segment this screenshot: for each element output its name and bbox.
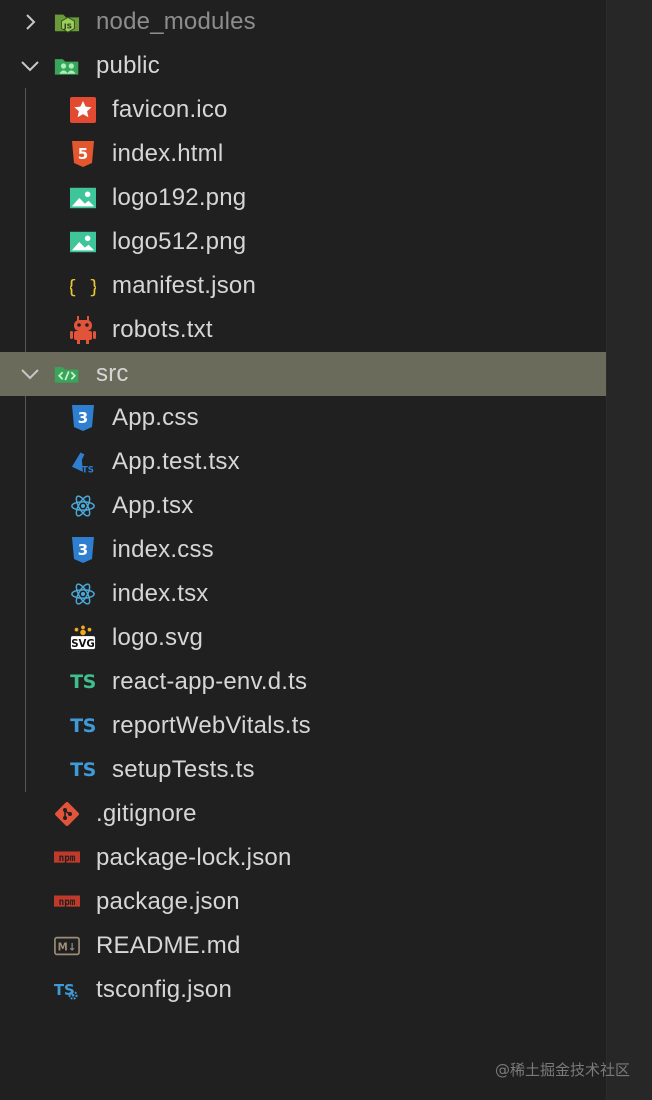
chevron-right-icon[interactable] [18, 10, 42, 34]
css3-icon: 3 [70, 405, 96, 431]
tree-item-label: index.html [112, 140, 224, 167]
tree-file-react-app-env[interactable]: TS react-app-env.d.ts [0, 660, 606, 704]
tree-file-logo512[interactable]: logo512.png [0, 220, 606, 264]
css3-icon-text: 3 [78, 541, 88, 559]
editor-margin [606, 0, 652, 1100]
css3-icon-text: 3 [78, 409, 88, 427]
image-icon [70, 185, 96, 211]
tree-file-index-html[interactable]: 5 index.html [0, 132, 606, 176]
svg-text:TS: TS [82, 465, 94, 475]
tree-file-logo-svg[interactable]: SVG logo.svg [0, 616, 606, 660]
npm-icon: npm [54, 889, 80, 915]
css3-icon: 3 [70, 537, 96, 563]
tree-item-label: index.css [112, 536, 214, 563]
image-icon [70, 229, 96, 255]
npm-icon: npm [54, 845, 80, 871]
tree-file-logo192[interactable]: logo192.png [0, 176, 606, 220]
npm-icon-text: npm [59, 897, 76, 908]
markdown-icon-text: M↓ [58, 943, 77, 954]
tree-file-package-lock[interactable]: npm package-lock.json [0, 836, 606, 880]
tree-file-readme[interactable]: M↓ README.md [0, 924, 606, 968]
tree-file-index-css[interactable]: 3 index.css [0, 528, 606, 572]
tree-item-label: public [96, 52, 160, 79]
typescript-icon: TS [70, 759, 96, 781]
react-icon [70, 581, 96, 607]
html5-icon-text: 5 [78, 145, 88, 163]
tree-item-label: .gitignore [96, 800, 197, 827]
tree-item-label: logo512.png [112, 228, 247, 255]
typescript-icon: TS [70, 715, 96, 737]
svg-text:JS: JS [63, 22, 72, 31]
tree-item-label: package-lock.json [96, 844, 292, 871]
tree-file-gitignore[interactable]: .gitignore [0, 792, 606, 836]
react-icon [70, 493, 96, 519]
tree-file-favicon[interactable]: favicon.ico [0, 88, 606, 132]
tree-file-app-tsx[interactable]: App.tsx [0, 484, 606, 528]
tree-folder-node-modules[interactable]: JS node_modules [0, 0, 606, 44]
watermark: @稀土掘金技术社区 [494, 1061, 630, 1079]
tree-file-setup-tests[interactable]: TS setupTests.ts [0, 748, 606, 792]
tree-folder-public[interactable]: public [0, 44, 606, 88]
tree-item-label: README.md [96, 932, 241, 959]
file-explorer: JS node_modules public favicon.ico 5 ind… [0, 0, 606, 1100]
tree-item-label: manifest.json [112, 272, 256, 299]
tree-item-label: App.test.tsx [112, 448, 240, 475]
tree-item-label: tsconfig.json [96, 976, 233, 1003]
tree-item-label: react-app-env.d.ts [112, 668, 308, 695]
tree-file-app-css[interactable]: 3 App.css [0, 396, 606, 440]
tree-file-manifest[interactable]: { } manifest.json [0, 264, 606, 308]
favicon-star-icon [70, 97, 96, 123]
tree-item-label: reportWebVitals.ts [112, 712, 311, 739]
chevron-down-icon[interactable] [18, 362, 42, 386]
tree-item-label: index.tsx [112, 580, 209, 607]
svg-icon: SVG [70, 625, 96, 651]
npm-icon-text: npm [59, 853, 76, 864]
tree-item-label: logo192.png [112, 184, 247, 211]
tree-file-report-web-vitals[interactable]: TS reportWebVitals.ts [0, 704, 606, 748]
tree-file-index-tsx[interactable]: index.tsx [0, 572, 606, 616]
git-icon [54, 801, 80, 827]
svg-text:TS: TS [54, 982, 75, 999]
tree-item-label: package.json [96, 888, 240, 915]
tree-item-label: App.tsx [112, 492, 194, 519]
typescript-def-icon: TS [70, 671, 96, 693]
public-folder-icon [54, 53, 80, 79]
svg-icon-text: SVG [71, 639, 95, 650]
tree-folder-src[interactable]: src [0, 352, 606, 396]
robot-icon [70, 316, 96, 344]
tree-file-package-json[interactable]: npm package.json [0, 880, 606, 924]
tree-item-label: logo.svg [112, 624, 203, 651]
tree-item-label: src [96, 360, 129, 387]
tree-item-label: node_modules [96, 8, 256, 35]
nodejs-folder-icon: JS [54, 9, 80, 35]
tree-item-label: setupTests.ts [112, 756, 255, 783]
json-braces-text: { } [70, 276, 96, 298]
markdown-icon: M↓ [54, 933, 80, 959]
test-flask-icon: TS [68, 449, 94, 475]
html5-icon: 5 [70, 141, 96, 167]
tree-file-tsconfig[interactable]: TS tsconfig.json [0, 968, 606, 1012]
tsconfig-icon: TS [54, 977, 80, 1003]
tree-item-label: robots.txt [112, 316, 213, 343]
tree-item-label: favicon.ico [112, 96, 228, 123]
json-braces-icon: { } [70, 273, 96, 299]
tree-file-app-test[interactable]: TS App.test.tsx [0, 440, 606, 484]
tree-item-label: App.css [112, 404, 199, 431]
src-folder-icon [54, 361, 80, 387]
chevron-down-icon[interactable] [18, 54, 42, 78]
tree-file-robots[interactable]: robots.txt [0, 308, 606, 352]
